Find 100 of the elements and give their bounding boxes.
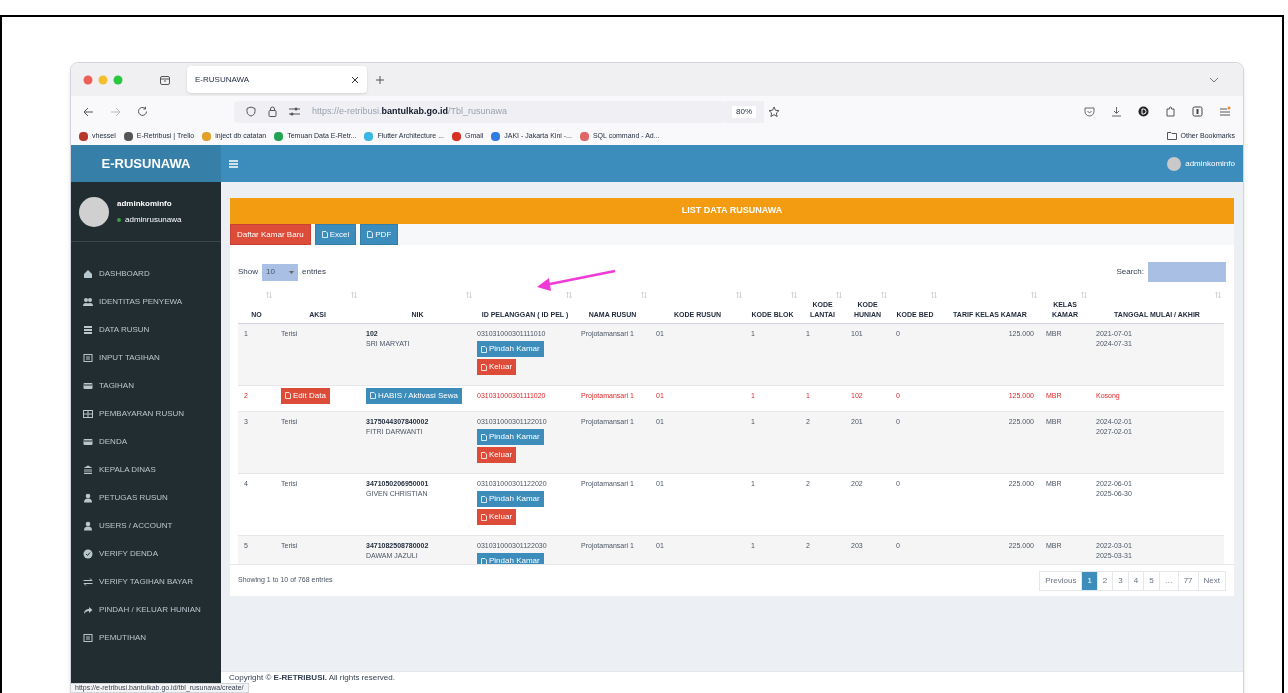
- sort-icon[interactable]: [736, 291, 742, 299]
- search-field[interactable]: [1148, 262, 1226, 282]
- sidebar-menu-item[interactable]: KEPALA DINAS: [71, 456, 221, 484]
- sidebar-menu-item[interactable]: DATA RUSUN: [71, 316, 221, 344]
- document-icon: [481, 451, 487, 459]
- move-room-button[interactable]: Pindah Kamar: [477, 341, 544, 357]
- move-room-button[interactable]: Pindah Kamar: [477, 553, 544, 564]
- sort-icon[interactable]: [266, 291, 272, 299]
- sidebar-menu-item[interactable]: TAGIHAN: [71, 372, 221, 400]
- pagination-link[interactable]: 77: [1177, 570, 1199, 591]
- list-icon: [83, 353, 93, 363]
- sidebar-menu-item[interactable]: VERIFY TAGIHAN BAYAR: [71, 568, 221, 596]
- user-name: adminkominfo: [117, 197, 173, 210]
- shield-icon[interactable]: [246, 106, 256, 117]
- caret-icon: [289, 270, 294, 274]
- puzzle-icon[interactable]: [1165, 106, 1176, 117]
- add-room-button[interactable]: Daftar Kamar Baru: [230, 224, 311, 245]
- exchange-icon: [83, 577, 93, 587]
- exit-button[interactable]: Keluar: [477, 359, 517, 375]
- url-text[interactable]: https://e-retribusi.bantulkab.go.id/Tbl_rusunawa: [312, 104, 508, 119]
- move-room-button[interactable]: Pindah Kamar: [477, 491, 544, 507]
- sort-icon[interactable]: [1081, 291, 1087, 299]
- document-icon: [481, 433, 487, 441]
- sidebar-menu-item[interactable]: PEMUTIHAN: [71, 624, 221, 652]
- sort-icon[interactable]: [791, 291, 797, 299]
- sliders-icon[interactable]: [289, 107, 300, 116]
- pocket-icon[interactable]: [1084, 106, 1095, 117]
- forward-icon[interactable]: [110, 106, 121, 117]
- hamburger-menu-icon[interactable]: [229, 159, 238, 168]
- avatar-icon: [79, 196, 109, 227]
- browser-tab[interactable]: E-RUSUNAWA: [187, 66, 367, 93]
- search-label: Search:: [1116, 266, 1144, 278]
- chevron-down-icon[interactable]: [1209, 76, 1219, 83]
- sort-icon[interactable]: [836, 291, 842, 299]
- lock-icon: [268, 106, 277, 117]
- user-icon: [83, 493, 93, 503]
- sidebar-icon[interactable]: [1192, 106, 1203, 117]
- list-icon: [83, 633, 93, 643]
- share-arrow-icon: [83, 605, 93, 615]
- profile-icon[interactable]: [1138, 106, 1149, 117]
- document-icon: [481, 363, 487, 371]
- document-icon: [321, 231, 328, 238]
- window-controls-icon[interactable]: [83, 74, 123, 85]
- sort-icon[interactable]: [641, 291, 647, 299]
- pagination-link[interactable]: 5: [1143, 570, 1160, 591]
- tab-overview-icon[interactable]: [159, 73, 171, 86]
- sort-icon[interactable]: [1031, 291, 1037, 299]
- sidebar-menu-item[interactable]: VERIFY DENDA: [71, 540, 221, 568]
- card-icon: [83, 381, 93, 391]
- star-icon[interactable]: [768, 105, 780, 118]
- download-icon[interactable]: [1111, 106, 1122, 117]
- sort-icon[interactable]: [1215, 291, 1221, 299]
- document-icon: [481, 345, 487, 353]
- activate-button[interactable]: HABIS / Aktivasi Sewa: [366, 387, 463, 404]
- sort-icon[interactable]: [351, 291, 357, 299]
- document-icon: [481, 513, 487, 521]
- sidebar-menu-item[interactable]: DENDA: [71, 428, 221, 456]
- pagination-link[interactable]: Previous: [1039, 570, 1083, 591]
- panel-header: LIST DATA RUSUNAWA: [230, 198, 1234, 224]
- close-icon[interactable]: [351, 75, 359, 84]
- folder-icon: [1166, 132, 1177, 140]
- document-icon: [481, 557, 487, 564]
- sidebar-menu-item[interactable]: PEMBAYARAN RUSUN: [71, 400, 221, 428]
- sort-icon[interactable]: [566, 291, 572, 299]
- export-button[interactable]: Excel: [314, 224, 357, 245]
- sidebar-menu-item[interactable]: PINDAH / KELUAR HUNIAN: [71, 596, 221, 624]
- entries-label: entries: [302, 266, 327, 278]
- card-icon: [83, 437, 93, 447]
- sidebar-menu-item[interactable]: INPUT TAGIHAN: [71, 344, 221, 372]
- home-icon: [83, 269, 93, 279]
- copyright-text: Copyright © E-RETRIBUSI. All rights reserved.: [229, 673, 395, 683]
- pagination-link[interactable]: 1: [1081, 570, 1098, 591]
- page-size-select[interactable]: 10: [262, 263, 298, 281]
- document-icon: [285, 392, 291, 399]
- exit-button[interactable]: Keluar: [477, 447, 517, 463]
- avatar-icon[interactable]: [1167, 156, 1182, 171]
- pagination-link[interactable]: …: [1158, 570, 1179, 591]
- new-tab-icon[interactable]: [375, 74, 385, 85]
- pagination-link[interactable]: 3: [1112, 570, 1129, 591]
- sort-icon[interactable]: [466, 291, 472, 299]
- document-icon: [367, 231, 374, 238]
- sort-icon[interactable]: [881, 291, 887, 299]
- back-icon[interactable]: [83, 106, 94, 117]
- user-menu[interactable]: adminkominfo: [1185, 157, 1235, 170]
- brand-logo[interactable]: E-RUSUNAWA: [71, 145, 221, 182]
- address-bar[interactable]: https://e-retribusi.bantulkab.go.id/Tbl_rusunawa: [234, 100, 724, 123]
- move-room-button[interactable]: Pindah Kamar: [477, 429, 544, 445]
- sidebar-menu-item[interactable]: PETUGAS RUSUN: [71, 484, 221, 512]
- edit-button[interactable]: Edit Data: [281, 387, 330, 404]
- users-icon: [83, 297, 93, 307]
- sidebar-menu-item[interactable]: IDENTITAS PENYEWA: [71, 288, 221, 316]
- export-button[interactable]: PDF: [360, 224, 399, 245]
- exit-button[interactable]: Keluar: [477, 509, 517, 525]
- sidebar-menu-item[interactable]: DASHBOARD: [71, 260, 221, 288]
- menu-icon[interactable]: [1219, 106, 1231, 117]
- reload-icon[interactable]: [137, 106, 148, 117]
- pagination-link[interactable]: Next: [1197, 570, 1226, 591]
- zoom-indicator[interactable]: 80%: [724, 100, 764, 123]
- sidebar-menu-item[interactable]: USERS / ACCOUNT: [71, 512, 221, 540]
- sort-icon[interactable]: [931, 291, 937, 299]
